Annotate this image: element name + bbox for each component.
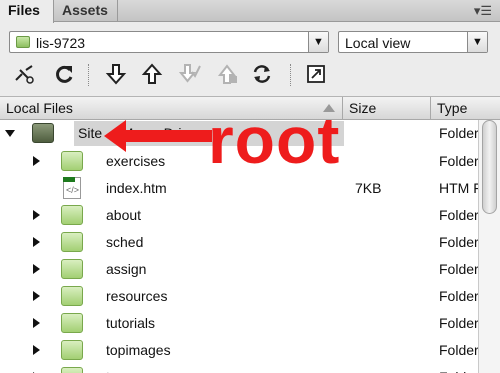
file-type: Folder [439, 315, 478, 331]
check-in-icon[interactable] [216, 62, 240, 86]
file-name: index.htm [106, 180, 167, 196]
folder-icon [61, 313, 83, 333]
panel-tab-bar: Files Assets ▾☰ [0, 0, 500, 23]
folder-icon [61, 205, 83, 225]
tab-assets[interactable]: Assets [54, 0, 118, 22]
file-type: Folder [439, 288, 478, 304]
files-toolbar [0, 58, 500, 92]
site-dropdown-value: lis-9723 [36, 35, 86, 51]
file-row[interactable]: about Folder [0, 202, 478, 229]
tab-files[interactable]: Files [0, 0, 54, 23]
file-type: Folder [439, 342, 478, 358]
file-type: Folder [439, 234, 478, 250]
file-type: Folder [439, 364, 478, 373]
toolbar-separator [88, 64, 89, 86]
connect-icon[interactable] [12, 62, 36, 86]
column-type[interactable]: Type [431, 97, 500, 120]
folder-icon [61, 259, 83, 279]
get-files-icon[interactable] [104, 62, 128, 86]
put-files-icon[interactable] [140, 62, 164, 86]
view-dropdown[interactable]: Local view ▼ [338, 31, 488, 53]
disclosure-closed-icon[interactable] [33, 156, 40, 166]
site-folder-icon [16, 36, 30, 48]
file-name: about [106, 207, 142, 223]
vertical-scrollbar[interactable] [478, 120, 500, 373]
chevron-down-icon[interactable]: ▼ [467, 32, 487, 52]
refresh-icon[interactable] [52, 62, 76, 86]
file-name: tutorials [106, 315, 156, 331]
toolbar-separator [290, 64, 291, 86]
site-folder-icon [32, 123, 54, 143]
folder-icon [61, 232, 83, 252]
file-name: sched [106, 234, 144, 250]
panel-menu-icon[interactable]: ▾☰ [474, 3, 492, 19]
disclosure-closed-icon[interactable] [33, 237, 40, 247]
folder-icon [61, 340, 83, 360]
disclosure-open-icon[interactable] [5, 130, 15, 137]
file-row[interactable]: t... Folder [0, 364, 478, 373]
expand-panel-icon[interactable] [304, 62, 328, 86]
folder-icon [61, 151, 83, 171]
disclosure-closed-icon[interactable] [33, 318, 40, 328]
file-row[interactable]: assign Folder [0, 256, 478, 283]
disclosure-closed-icon[interactable] [33, 264, 40, 274]
check-out-icon[interactable] [178, 62, 202, 86]
file-name: resources [106, 288, 168, 304]
file-type: Folder [439, 261, 478, 277]
file-row[interactable]: sched Folder [0, 229, 478, 256]
file-name: assign [106, 261, 147, 277]
scrollbar-thumb[interactable] [482, 120, 497, 214]
file-type: Folder [439, 125, 478, 141]
column-size[interactable]: Size [343, 97, 431, 120]
folder-icon [61, 367, 83, 373]
view-dropdown-value: Local view [345, 35, 411, 51]
html-file-icon: </> [63, 177, 81, 199]
disclosure-closed-icon[interactable] [33, 210, 40, 220]
annotation-label: root [208, 103, 341, 177]
file-type: HTM F [439, 180, 478, 196]
disclosure-closed-icon[interactable] [33, 345, 40, 355]
file-type: Folder [439, 207, 478, 223]
file-name: topimages [106, 342, 171, 358]
folder-icon [61, 286, 83, 306]
synchronize-icon[interactable] [250, 62, 274, 86]
file-row[interactable]: topimages Folder [0, 337, 478, 364]
site-dropdown[interactable]: lis-9723 ▼ [9, 31, 329, 53]
disclosure-closed-icon[interactable] [33, 291, 40, 301]
file-name: t... [106, 364, 122, 373]
chevron-down-icon[interactable]: ▼ [308, 32, 328, 52]
file-size: 7KB [355, 180, 382, 196]
file-row[interactable]: </> index.htm 7KB HTM F [0, 175, 478, 202]
file-type: Folder [439, 153, 478, 169]
annotation-arrow [104, 120, 212, 152]
file-row[interactable]: resources Folder [0, 283, 478, 310]
file-row[interactable]: tutorials Folder [0, 310, 478, 337]
